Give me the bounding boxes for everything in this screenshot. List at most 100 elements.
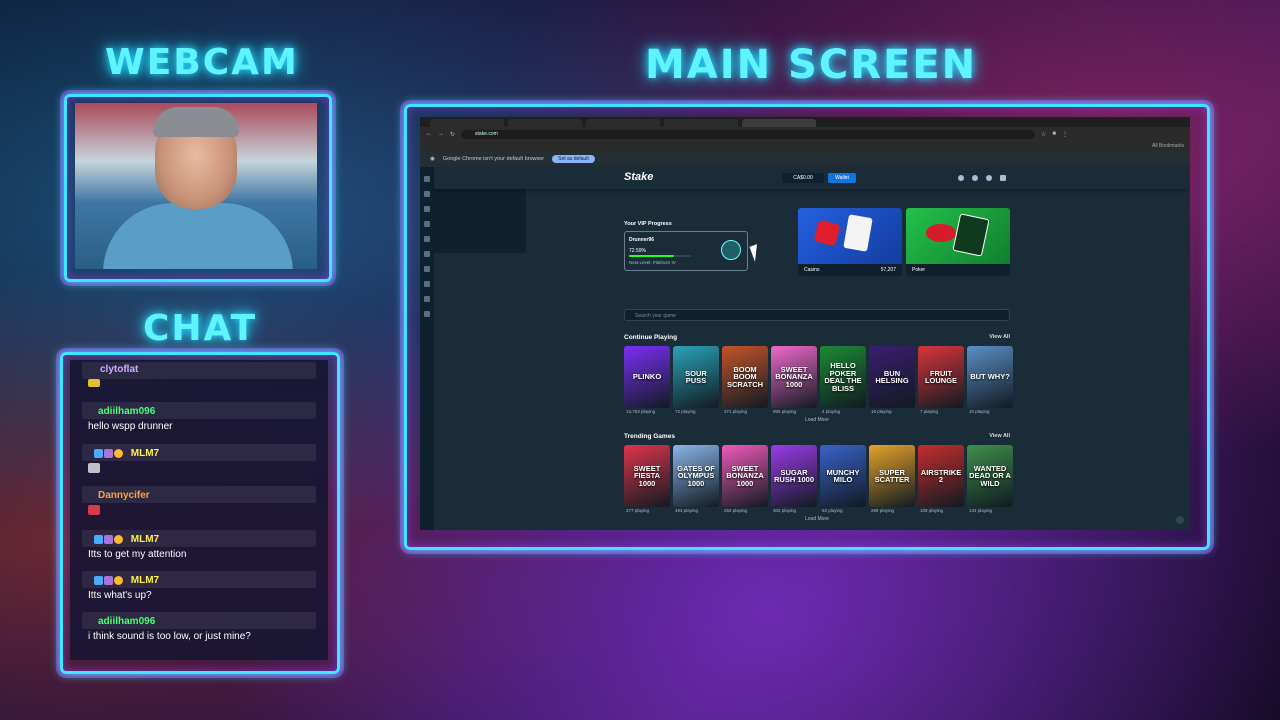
- forward-icon[interactable]: →: [438, 131, 444, 137]
- game-title: HELLO POKER DEAL THE BLISS: [824, 361, 862, 393]
- game-tile[interactable]: WANTED DEAD OR A WILD: [967, 445, 1013, 507]
- game-title: GATES OF OLYMPUS 1000: [677, 463, 715, 488]
- game-playing-count: 371 playing: [724, 409, 748, 414]
- sidebar-popover: [434, 181, 526, 253]
- menu-toggle-icon[interactable]: [424, 176, 430, 182]
- game-playing-count: 52 playing: [822, 508, 843, 513]
- address-bar-row: ← → ↻ stake.com ☆ ■ ⋮: [420, 127, 1190, 141]
- game-title: BOOM BOOM SCRATCH: [726, 364, 764, 389]
- poker-chips-icon: [926, 224, 956, 242]
- game-playing-count: 955 playing: [773, 409, 797, 414]
- game-tile[interactable]: BOOM BOOM SCRATCH: [722, 346, 768, 408]
- chat-title: CHAT: [143, 308, 258, 349]
- game-tile[interactable]: SWEET FIESTA 1000: [624, 445, 670, 507]
- webcam-video: [75, 103, 317, 269]
- continue-playing-title: Continue Playing: [624, 334, 678, 341]
- browser-tab-active[interactable]: [742, 119, 816, 127]
- vip-username[interactable]: Drunner96: [629, 237, 654, 243]
- continue-load-more-link[interactable]: Load More: [805, 417, 829, 423]
- game-playing-count: 493 playing: [675, 508, 699, 513]
- game-tile[interactable]: GATES OF OLYMPUS 1000: [673, 445, 719, 507]
- game-title: AIRSTRIKE 2: [920, 467, 962, 484]
- game-title: MUNCHY MILO: [826, 467, 860, 484]
- game-playing-count: 289 playing: [871, 508, 895, 513]
- sports-icon[interactable]: [424, 206, 430, 212]
- affiliate-icon[interactable]: [424, 251, 430, 257]
- blog-icon[interactable]: [424, 266, 430, 272]
- browser-tab[interactable]: [586, 119, 660, 127]
- main-screen-title: MAIN SCREEN: [645, 42, 978, 88]
- game-title: SOUR PUSS: [685, 368, 707, 385]
- casino-player-count: 57,207: [880, 267, 896, 273]
- live-support-icon[interactable]: [1176, 516, 1184, 524]
- chat-text: Itts what's up?: [88, 590, 152, 601]
- chat-emote: [70, 503, 328, 524]
- wallet-button[interactable]: Wallet: [828, 173, 856, 183]
- language-icon[interactable]: [424, 311, 430, 317]
- game-title: BUT WHY?: [970, 372, 1010, 382]
- game-title: SWEET BONANZA 1000: [775, 364, 813, 389]
- browser-tab[interactable]: [664, 119, 738, 127]
- menu-icon[interactable]: ⋮: [1062, 131, 1068, 138]
- game-tile[interactable]: SWEET BONANZA 1000: [771, 346, 817, 408]
- cards-icon: [843, 214, 873, 252]
- game-playing-count: 108 playing: [920, 508, 944, 513]
- game-tile[interactable]: BUN HELSING: [869, 346, 915, 408]
- game-title: PLINKO: [632, 372, 662, 382]
- game-playing-count: 277 playing: [626, 508, 650, 513]
- vip-progress-fill: [629, 255, 674, 257]
- chat-message: clytoflat: [70, 360, 328, 398]
- game-search-input[interactable]: Search your game: [624, 309, 1010, 321]
- bookmark-star-icon[interactable]: ☆: [1041, 131, 1046, 138]
- vip-crown-icon: [721, 240, 741, 260]
- game-title: SUPER SCATTER: [874, 467, 910, 484]
- game-tile[interactable]: BUT WHY?: [967, 346, 1013, 408]
- trending-view-all-link[interactable]: View All: [989, 433, 1010, 439]
- poker-cards-icon: [952, 213, 990, 257]
- browser-tab[interactable]: [508, 119, 582, 127]
- chat-text: Itts to get my attention: [88, 549, 187, 560]
- chat-icon[interactable]: [1000, 175, 1006, 181]
- game-playing-count: 134 playing: [969, 508, 993, 513]
- chat-panel: clytoflat adiilham096 hello wspp drunner…: [70, 360, 328, 660]
- vip-progress-card[interactable]: Drunner96 72.59% Next Level: Platinum IV: [624, 231, 748, 271]
- game-tile[interactable]: SWEET BONANZA 1000: [722, 445, 768, 507]
- game-playing-count: 302 playing: [773, 508, 797, 513]
- extensions-icon[interactable]: ■: [1052, 131, 1056, 137]
- game-tile[interactable]: SUGAR RUSH 1000: [771, 445, 817, 507]
- webcam-person-hair: [153, 107, 239, 137]
- browser-tab[interactable]: [430, 119, 504, 127]
- stake-topnav: Stake CA$0.00 Wallet: [434, 167, 1190, 189]
- chat-emote: [70, 377, 328, 396]
- casino-promo-card[interactable]: Casino 57,207: [798, 208, 902, 276]
- continue-view-all-link[interactable]: View All: [989, 334, 1010, 340]
- game-tile[interactable]: HELLO POKER DEAL THE BLISS: [820, 346, 866, 408]
- chat-message: MLM7 Itts to get my attention: [70, 526, 328, 567]
- poker-promo-card[interactable]: Poker: [906, 208, 1010, 276]
- chat-emote: [70, 461, 328, 482]
- vip-icon[interactable]: [424, 236, 430, 242]
- game-tile[interactable]: SOUR PUSS: [673, 346, 719, 408]
- stake-logo[interactable]: Stake: [624, 171, 653, 183]
- set-default-button[interactable]: Set as default: [552, 155, 595, 163]
- reload-icon[interactable]: ↻: [450, 131, 455, 138]
- game-tile[interactable]: AIRSTRIKE 2: [918, 445, 964, 507]
- trending-load-more-link[interactable]: Load More: [805, 516, 829, 522]
- forum-icon[interactable]: [424, 281, 430, 287]
- search-icon[interactable]: [958, 175, 964, 181]
- game-tile[interactable]: PLINKO: [624, 346, 670, 408]
- promotions-icon[interactable]: [424, 221, 430, 227]
- game-tile[interactable]: FRUIT LOUNGE: [918, 346, 964, 408]
- url-field[interactable]: stake.com: [461, 129, 1036, 139]
- balance-selector[interactable]: CA$0.00: [782, 173, 824, 183]
- notifications-icon[interactable]: [986, 175, 992, 181]
- default-browser-notice: Google Chrome isn't your default browser: [442, 156, 545, 162]
- user-icon[interactable]: [972, 175, 978, 181]
- back-icon[interactable]: ←: [426, 131, 432, 137]
- casino-icon[interactable]: [424, 191, 430, 197]
- all-bookmarks-link[interactable]: All Bookmarks: [1152, 143, 1184, 149]
- support-icon[interactable]: [424, 296, 430, 302]
- game-tile[interactable]: SUPER SCATTER: [869, 445, 915, 507]
- game-title: SUGAR RUSH 1000: [773, 467, 815, 484]
- game-tile[interactable]: MUNCHY MILO: [820, 445, 866, 507]
